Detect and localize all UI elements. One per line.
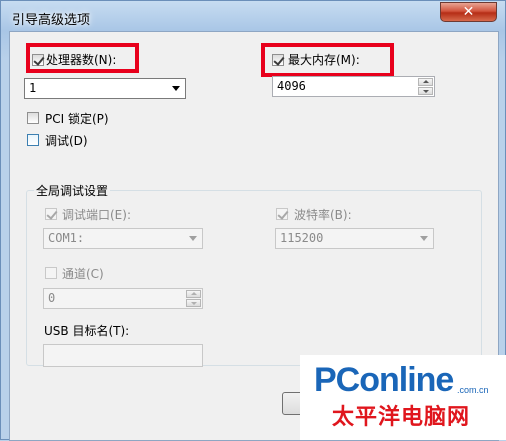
debug-port-checkbox[interactable] [45,208,57,220]
max-memory-checkbox[interactable] [272,54,284,66]
usb-target-label: USB 目标名(T): [44,324,130,338]
window-title: 引导高级选项 [12,13,91,28]
pconline-watermark: PConline .com.cn 太平洋电脑网 [300,355,506,440]
baud-rate-checkbox[interactable] [276,208,288,220]
max-memory-label: 最大内存(M): [288,53,360,67]
processors-select[interactable]: 1 [24,78,186,99]
spin-up-icon[interactable] [186,290,201,298]
channel-label: 通道(C) [62,267,104,281]
title-bar[interactable]: 引导高级选项 ✕ [1,1,506,31]
processors-label: 处理器数(N): [46,53,117,67]
max-memory-value: 4096 [277,79,306,93]
close-icon: ✕ [462,4,475,20]
spin-up-icon[interactable] [418,78,433,86]
chevron-down-icon [172,86,180,91]
watermark-brand-cn: 太平洋电脑网 [332,405,471,430]
watermark-brand-suffix: .com.cn [457,385,489,395]
processors-checkbox[interactable] [32,54,44,66]
debug-label: 调试(D) [45,134,88,148]
max-memory-stepper[interactable] [418,78,433,95]
processors-select-value: 1 [29,81,37,95]
chevron-down-icon [189,236,197,241]
max-memory-input[interactable]: 4096 [272,76,435,97]
global-debug-group-title: 全局调试设置 [34,182,111,199]
pci-lock-checkbox[interactable] [27,112,39,124]
baud-rate-select-value: 115200 [280,231,324,245]
chevron-down-icon [420,236,428,241]
debug-port-label: 调试端口(E): [62,208,131,222]
baud-rate-label: 波特率(B): [294,208,352,222]
channel-checkbox[interactable] [45,267,57,279]
pci-lock-label: PCI 锁定(P) [45,112,109,126]
debug-port-select-value: COM1: [48,231,85,245]
channel-stepper[interactable] [186,290,201,307]
spin-down-icon[interactable] [418,87,433,95]
channel-value: 0 [48,291,56,305]
debug-port-select[interactable]: COM1: [43,228,203,249]
baud-rate-select[interactable]: 115200 [275,228,434,249]
watermark-brand-latin: PConline [314,361,454,399]
debug-checkbox[interactable] [27,134,39,146]
spin-down-icon[interactable] [186,299,201,307]
usb-target-input[interactable] [43,344,203,367]
channel-input[interactable]: 0 [43,288,203,309]
close-button[interactable]: ✕ [440,2,497,22]
